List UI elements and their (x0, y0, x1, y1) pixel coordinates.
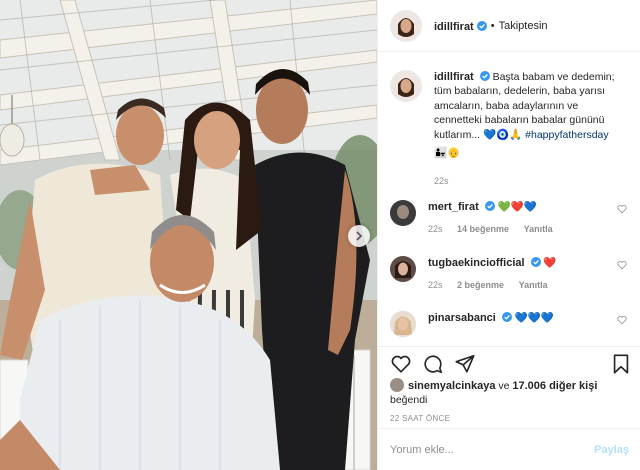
likes-summary: sinemyalcinkaya ve 17.006 diğer kişi beğ… (390, 378, 597, 407)
comment-text: 💚❤️💙 (497, 201, 537, 213)
post-side-panel: idillfirat • Takiptesin idillfirat Başta… (377, 0, 640, 470)
comment-meta: 22s 2 beğenme Yanıtla (428, 278, 560, 292)
commenter-avatar-image (390, 200, 416, 226)
caption-avatar[interactable] (390, 70, 422, 102)
caption-text-block: idillfirat Başta babam ve dedemin; tüm b… (434, 70, 624, 189)
commenter-username[interactable]: tugbaekinciofficial (428, 257, 525, 269)
verified-badge-icon (501, 312, 512, 322)
author-avatar[interactable] (390, 9, 422, 42)
comment-time[interactable]: 22s (428, 280, 443, 290)
commenter-username[interactable]: mert_firat (428, 201, 479, 213)
caption-time[interactable]: 22s (434, 174, 624, 188)
header-separator: • (490, 19, 495, 32)
comment-time[interactable]: 22s (428, 224, 443, 234)
comments-section: idillfirat Başta babam ve dedemin; tüm b… (378, 60, 640, 189)
comment-like-count[interactable]: 2 beğenme (457, 280, 504, 290)
caption-avatar-image (392, 72, 420, 100)
caption-username[interactable]: idillfirat (434, 71, 474, 83)
comment-like-heart-icon[interactable] (617, 204, 627, 214)
comment-text: 💙💙💙 (514, 312, 554, 324)
likes-others-link[interactable]: 17.006 diğer kişi (512, 380, 597, 392)
commenter-avatar-image (390, 256, 416, 282)
comment-text: ❤️ (543, 257, 557, 269)
paper-plane-icon[interactable] (454, 353, 476, 375)
commenter-avatar[interactable] (390, 256, 416, 282)
post-timestamp[interactable]: 22 SAAT ÖNCE (390, 414, 450, 423)
likes-suffix: beğendi (390, 394, 428, 406)
post-action-bar (378, 346, 640, 378)
likes-connector: ve (498, 380, 510, 392)
comment-item: pinarsabanci 💙💙💙 (378, 311, 640, 337)
comment-like-heart-icon[interactable] (617, 315, 627, 325)
comment-bubble-icon[interactable] (422, 353, 444, 375)
comment-like-count[interactable]: 14 beğenme (457, 224, 509, 234)
comment-meta: 22s 14 beğenme Yanıtla (428, 222, 565, 236)
carousel-next-button[interactable] (348, 225, 370, 247)
comment-item: tugbaekinciofficial ❤️ 22s 2 beğenme Yan… (378, 256, 640, 292)
chevron-right-icon (356, 231, 363, 241)
comment-reply-button[interactable]: Yanıtla (519, 280, 548, 290)
post-comment-button[interactable]: Paylaş (594, 444, 629, 456)
author-username[interactable]: idillfirat (434, 17, 474, 35)
add-comment-bar: Paylaş (378, 428, 640, 470)
follow-status-button[interactable]: Takiptesin (499, 20, 548, 32)
comment-body: pinarsabanci 💙💙💙 (428, 311, 554, 337)
comment-item: mert_firat 💚❤️💙 22s 14 beğenme Yanıtla (378, 200, 640, 236)
caption-hashtag[interactable]: #happyfathersday (525, 129, 608, 141)
verified-badge-icon (530, 257, 541, 267)
comment-like-heart-icon[interactable] (617, 260, 627, 270)
verified-badge-icon (479, 71, 490, 81)
comment-body: mert_firat 💚❤️💙 22s 14 beğenme Yanıtla (428, 200, 565, 236)
post-photo-illustration (0, 0, 377, 470)
liker-avatar[interactable] (390, 378, 404, 392)
liker-username[interactable]: sinemyalcinkaya (408, 380, 495, 392)
comment-reply-button[interactable]: Yanıtla (524, 224, 553, 234)
commenter-username[interactable]: pinarsabanci (428, 312, 496, 324)
author-username-text[interactable]: idillfirat (434, 21, 474, 33)
post-caption: idillfirat Başta babam ve dedemin; tüm b… (378, 60, 640, 189)
author-avatar-image (392, 11, 420, 40)
caption-emojis: 👨‍👧👴 (434, 147, 461, 160)
heart-outline-icon[interactable] (390, 353, 412, 375)
comment-body: tugbaekinciofficial ❤️ 22s 2 beğenme Yan… (428, 256, 560, 292)
commenter-avatar-image (390, 311, 416, 337)
comment-input[interactable] (390, 443, 595, 456)
post-header: idillfirat • Takiptesin (378, 0, 640, 52)
verified-badge-icon (484, 201, 495, 211)
post-photo[interactable] (0, 0, 377, 470)
bookmark-icon[interactable] (610, 353, 632, 375)
commenter-avatar[interactable] (390, 311, 416, 337)
verified-badge-icon (476, 20, 487, 31)
commenter-avatar[interactable] (390, 200, 416, 226)
